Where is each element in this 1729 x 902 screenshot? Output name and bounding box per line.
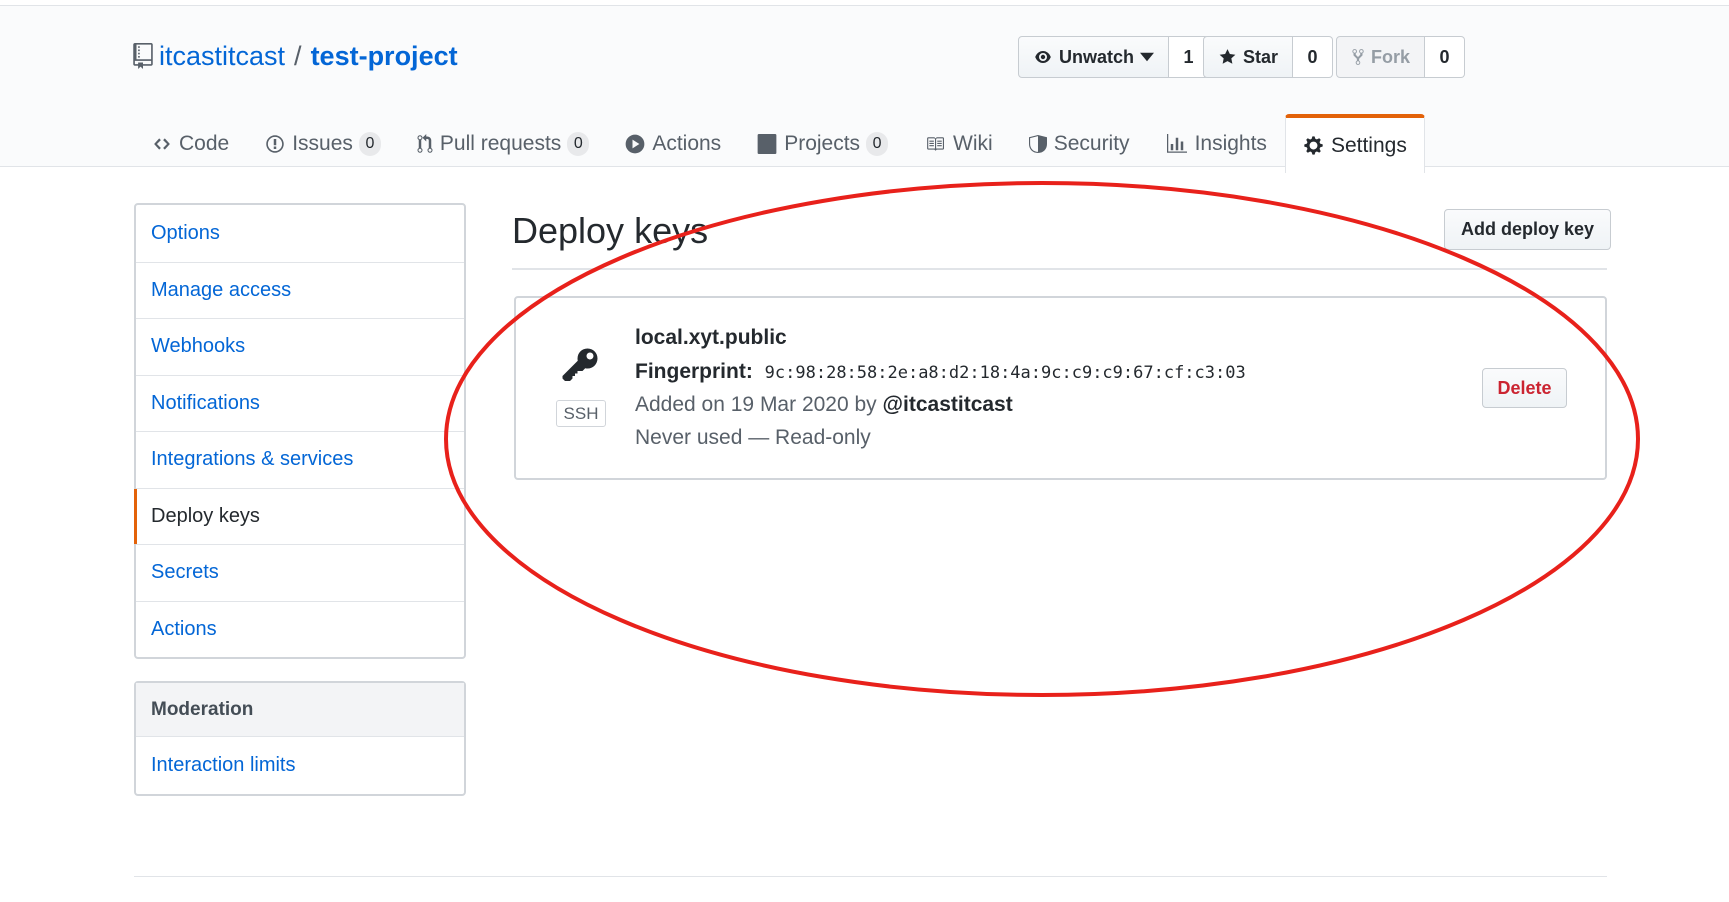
star-label: Star — [1243, 46, 1279, 67]
page-title: Deploy keys — [512, 210, 709, 251]
tab-actions[interactable]: Actions — [607, 114, 739, 172]
title-divider — [512, 268, 1607, 270]
code-icon — [154, 137, 170, 150]
tab-code-label: Code — [179, 131, 230, 155]
tab-settings-label: Settings — [1330, 133, 1407, 157]
tab-insights[interactable]: Insights — [1148, 114, 1285, 172]
tab-projects-label: Projects — [784, 131, 861, 155]
unwatch-button[interactable]: Unwatch — [1018, 36, 1170, 78]
add-deploy-key-button[interactable]: Add deploy key — [1444, 209, 1612, 250]
pull-request-icon — [417, 133, 433, 153]
added-date-text: Added on 19 Mar 2020 by — [635, 393, 877, 416]
moderation-heading: Moderation — [136, 683, 464, 737]
key-icon — [562, 348, 598, 381]
tab-wiki-label: Wiki — [953, 131, 993, 155]
repo-owner-link[interactable]: itcastitcast — [159, 41, 285, 72]
repo-path-separator: / — [294, 40, 302, 71]
forks-count[interactable]: 0 — [1425, 36, 1466, 78]
moderation-menu: Moderation Interaction limits — [134, 681, 466, 796]
gear-icon — [1304, 136, 1323, 155]
repo-icon — [133, 43, 153, 69]
tab-security[interactable]: Security — [1011, 114, 1148, 172]
star-action: Star 0 — [1203, 36, 1334, 78]
fingerprint-row: Fingerprint: 9c:98:28:58:2e:a8:d2:18:4a:… — [635, 360, 1246, 384]
added-info: Added on 19 Mar 2020 by @itcastitcast — [635, 393, 1013, 417]
stars-count[interactable]: 0 — [1293, 36, 1334, 78]
tab-insights-label: Insights — [1194, 131, 1267, 155]
added-by-user[interactable]: @itcastitcast — [883, 393, 1013, 416]
repo-name-link[interactable]: test-project — [311, 41, 458, 72]
sidebar-item-notifications[interactable]: Notifications — [136, 374, 464, 432]
pull-requests-counter: 0 — [567, 131, 590, 156]
tab-issues[interactable]: Issues 0 — [247, 114, 399, 172]
key-usage-status: Never used — Read-only — [635, 426, 871, 449]
footer-divider — [134, 876, 1607, 877]
repo-header: itcastitcast / test-project Unwatch 1 St… — [0, 6, 1729, 173]
watch-action: Unwatch 1 — [1018, 36, 1210, 78]
fork-action: Fork 0 — [1336, 36, 1466, 78]
fingerprint-label: Fingerprint: — [635, 360, 753, 383]
shield-icon — [1028, 134, 1047, 153]
ssh-type-label: SSH — [556, 400, 606, 427]
tab-wiki[interactable]: Wiki — [906, 114, 1011, 172]
deploy-key-title: local.xyt.public — [635, 326, 787, 349]
repo-title: itcastitcast / test-project — [133, 36, 458, 76]
sidebar-item-actions[interactable]: Actions — [136, 600, 464, 658]
fork-icon — [1352, 49, 1364, 65]
fork-label: Fork — [1371, 46, 1411, 67]
play-icon — [625, 134, 645, 153]
sidebar-item-webhooks[interactable]: Webhooks — [136, 318, 464, 375]
settings-sidebar: Options Manage access Webhooks Notificat… — [134, 203, 466, 818]
repo-nav-tabs: Code Issues 0 Pull requests 0 Actions Pr… — [134, 114, 1425, 173]
settings-menu: Options Manage access Webhooks Notificat… — [134, 203, 466, 659]
tab-pull-requests-label: Pull requests — [439, 131, 562, 155]
deploy-key-item: SSH local.xyt.public Fingerprint: 9c:98:… — [514, 296, 1607, 480]
issues-counter: 0 — [358, 131, 381, 156]
fingerprint-value: 9c:98:28:58:2e:a8:d2:18:4a:9c:c9:c9:67:c… — [764, 363, 1246, 383]
sidebar-item-integrations[interactable]: Integrations & services — [136, 431, 464, 488]
tab-actions-label: Actions — [652, 131, 722, 155]
eye-icon — [1035, 51, 1051, 63]
graph-icon — [1166, 133, 1187, 153]
sidebar-item-secrets[interactable]: Secrets — [136, 544, 464, 601]
fork-button[interactable]: Fork — [1336, 36, 1426, 78]
projects-counter: 0 — [866, 131, 889, 156]
sidebar-item-interaction-limits[interactable]: Interaction limits — [136, 737, 464, 794]
book-icon — [927, 136, 945, 151]
tab-projects[interactable]: Projects 0 — [739, 114, 906, 172]
tab-security-label: Security — [1053, 131, 1130, 155]
sidebar-item-deploy-keys[interactable]: Deploy keys — [134, 487, 464, 545]
sidebar-item-manage-access[interactable]: Manage access — [136, 261, 464, 319]
tab-code[interactable]: Code — [134, 114, 247, 172]
star-icon — [1219, 49, 1236, 64]
tab-pull-requests[interactable]: Pull requests 0 — [399, 114, 607, 172]
star-button[interactable]: Star — [1203, 36, 1294, 78]
tab-issues-label: Issues — [292, 131, 353, 155]
delete-key-button[interactable]: Delete — [1482, 368, 1567, 408]
unwatch-label: Unwatch — [1059, 46, 1135, 67]
tab-settings[interactable]: Settings — [1284, 114, 1425, 173]
sidebar-item-options[interactable]: Options — [136, 205, 464, 262]
project-icon — [757, 133, 777, 154]
caret-down-icon — [1140, 52, 1155, 62]
issue-icon — [266, 134, 284, 153]
